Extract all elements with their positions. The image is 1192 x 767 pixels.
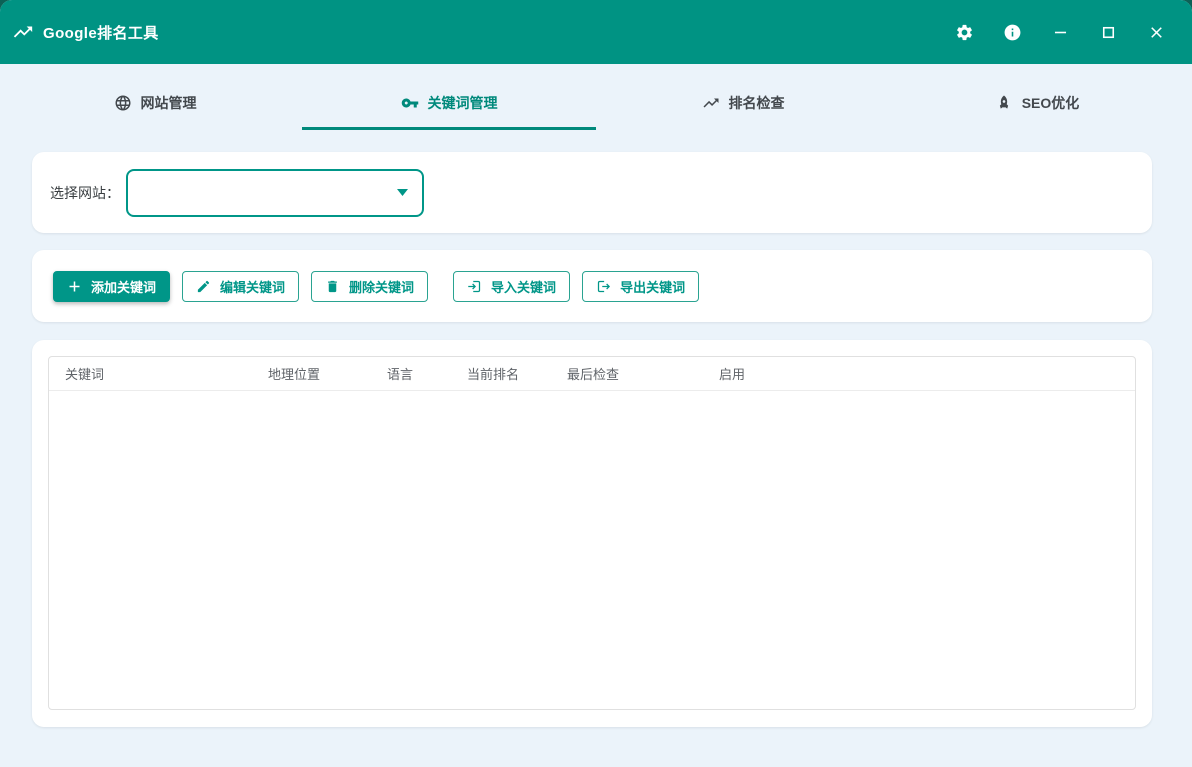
tab-site-management[interactable]: 网站管理 [8,78,302,130]
import-icon [467,279,482,294]
minimize-icon [1051,23,1070,42]
edit-keyword-label: 编辑关键词 [220,277,285,296]
maximize-button[interactable] [1084,11,1132,53]
settings-button[interactable] [940,11,988,53]
export-keywords-label: 导出关键词 [620,277,685,296]
export-icon [596,279,611,294]
export-keywords-button[interactable]: 导出关键词 [582,271,699,302]
chevron-down-icon [397,189,408,196]
keyword-table-card: 关键词 地理位置 语言 当前排名 最后检查 启用 [32,340,1152,727]
info-button[interactable] [988,11,1036,53]
column-header-last-check: 最后检查 [551,364,703,383]
site-select-dropdown[interactable] [126,169,424,217]
site-selector-card: 选择网站： [32,152,1152,233]
tab-label: 网站管理 [141,93,197,113]
tab-label: 关键词管理 [428,93,498,113]
tab-rank-check[interactable]: 排名检查 [596,78,890,130]
tab-keyword-management[interactable]: 关键词管理 [302,78,596,130]
globe-icon [114,94,132,112]
import-keywords-label: 导入关键词 [491,277,556,296]
app-title: Google排名工具 [43,22,159,43]
titlebar-controls [940,11,1180,53]
plus-icon [67,279,82,294]
column-header-current-rank: 当前排名 [451,364,551,383]
maximize-icon [1099,23,1118,42]
delete-keyword-label: 删除关键词 [349,277,414,296]
titlebar: Google排名工具 [0,0,1192,64]
close-icon [1147,23,1166,42]
gear-icon [955,23,974,42]
key-icon [401,94,419,112]
minimize-button[interactable] [1036,11,1084,53]
app-window: Google排名工具 [0,0,1192,767]
keyword-table: 关键词 地理位置 语言 当前排名 最后检查 启用 [48,356,1136,710]
tab-seo-optimization[interactable]: SEO优化 [890,78,1184,130]
edit-keyword-button[interactable]: 编辑关键词 [182,271,299,302]
trending-up-icon [702,94,720,112]
tab-bar: 网站管理 关键词管理 排名检查 SEO优化 [8,78,1184,130]
keyword-toolbar-card: 添加关键词 编辑关键词 删除关键词 导入关键词 [32,250,1152,322]
pencil-icon [196,279,211,294]
table-header-row: 关键词 地理位置 语言 当前排名 最后检查 启用 [49,357,1135,391]
close-button[interactable] [1132,11,1180,53]
page-content: 网站管理 关键词管理 排名检查 SEO优化 [0,64,1192,767]
rocket-icon [995,94,1013,112]
table-body-empty [49,391,1135,710]
column-header-language: 语言 [371,364,451,383]
tab-label: 排名检查 [729,93,785,113]
column-header-location: 地理位置 [252,364,371,383]
trash-icon [325,279,340,294]
column-header-enabled: 启用 [703,364,1135,383]
add-keyword-label: 添加关键词 [91,277,156,296]
site-selector-label: 选择网站： [50,183,120,203]
import-keywords-button[interactable]: 导入关键词 [453,271,570,302]
column-header-keyword: 关键词 [49,364,252,383]
tab-label: SEO优化 [1022,93,1080,113]
add-keyword-button[interactable]: 添加关键词 [53,271,170,302]
delete-keyword-button[interactable]: 删除关键词 [311,271,428,302]
info-icon [1003,23,1022,42]
trending-up-icon [12,21,34,43]
titlebar-left: Google排名工具 [12,21,159,43]
